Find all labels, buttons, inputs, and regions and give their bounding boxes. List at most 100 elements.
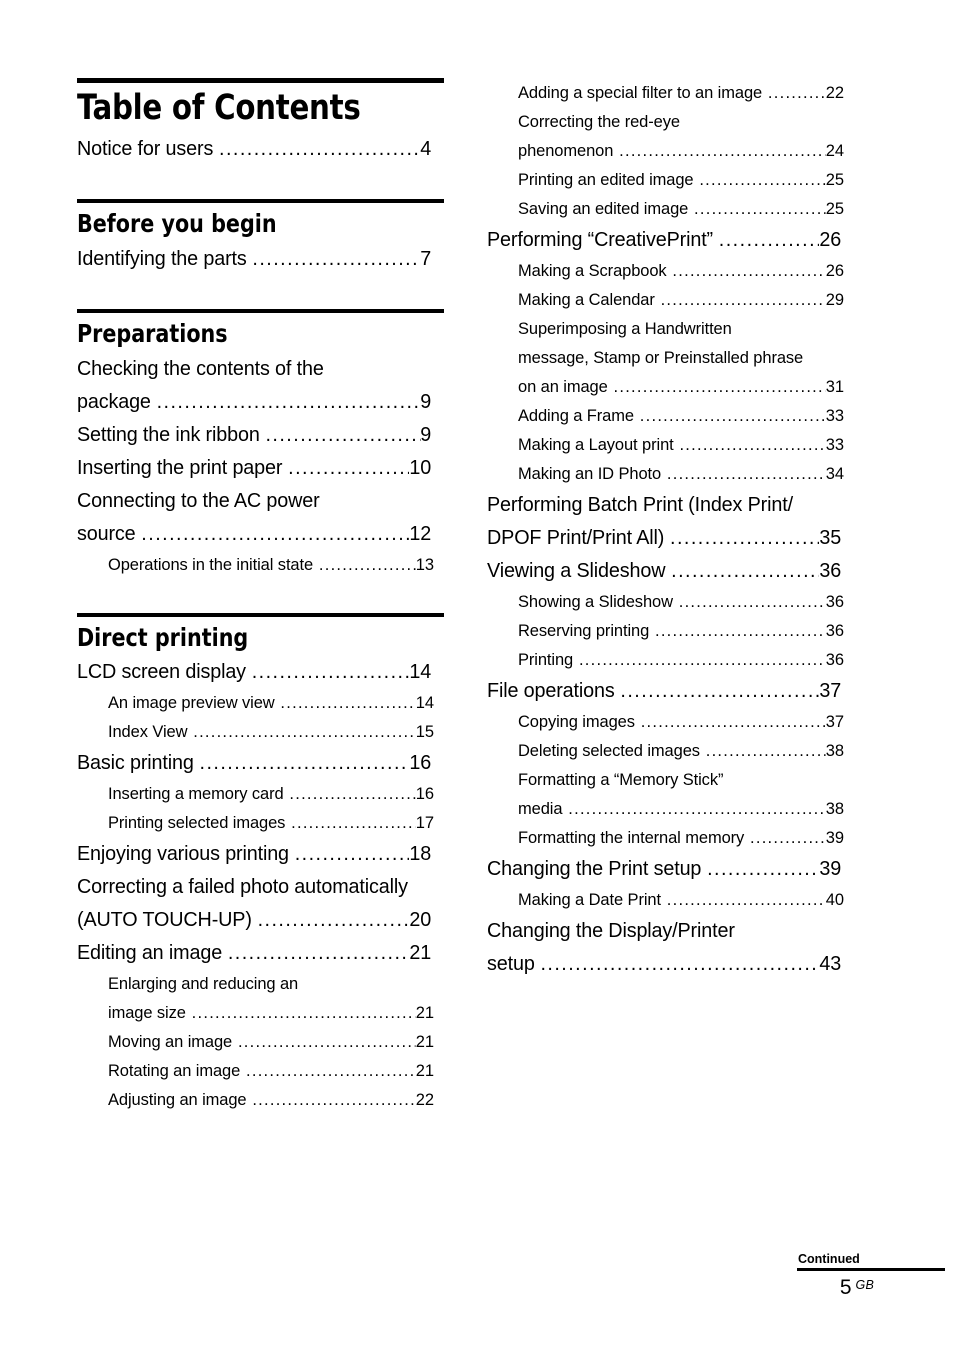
toc-entry-line: Making a Calendar 29 [518, 285, 844, 314]
toc-entry-printing-selected-images[interactable]: Printing selected images 17 [108, 808, 434, 837]
toc-entry-text: message, Stamp or Preinstalled phrase [518, 348, 804, 367]
continued-label: Continued [798, 1252, 860, 1266]
toc-entry-notice-for-users[interactable]: Notice for users 4 [77, 132, 431, 165]
toc-entry-line: Printing an edited image 25 [518, 165, 844, 194]
toc-entry-text: media [518, 799, 563, 818]
leader-dots [694, 194, 826, 223]
toc-entry-line: Deleting selected images 38 [518, 736, 844, 765]
toc-entry-making-a-date-print[interactable]: Making a Date Print 40 [518, 885, 844, 914]
toc-entry-making-a-layout-print[interactable]: Making a Layout print 33 [518, 430, 844, 459]
toc-entry-line: Showing a Slideshow 36 [518, 587, 844, 616]
toc-entry-copying-images[interactable]: Copying images 37 [518, 707, 844, 736]
toc-entry-text: DPOF Print/Print All) [487, 526, 665, 549]
toc-entry-text: Formatting a “Memory Stick” [518, 770, 724, 789]
toc-entry-page-number: 43 [819, 952, 842, 975]
toc-entry-rotating-an-image[interactable]: Rotating an image 21 [108, 1056, 434, 1085]
toc-entry-inserting-a-memory-card[interactable]: Inserting a memory card 16 [108, 779, 434, 808]
toc-entry-line: File operations 37 [487, 674, 841, 707]
toc-entry-setting-the-ink-ribbon[interactable]: Setting the ink ribbon 9 [77, 418, 431, 451]
toc-entry-enlarging-and-reducing-an[interactable]: Enlarging and reducing an image size 21 [108, 969, 434, 1027]
toc-entry-page-number: 14 [415, 693, 434, 713]
toc-entry-operations-in-the-initial-state[interactable]: Operations in the initial state 13 [108, 550, 434, 579]
leader-dots [667, 885, 826, 914]
toc-entry-line: Index View 15 [108, 717, 434, 746]
leader-dots [579, 645, 826, 674]
toc-entry-deleting-selected-images[interactable]: Deleting selected images 38 [518, 736, 844, 765]
toc-entry-formatting-a-memory-stick[interactable]: Formatting a “Memory Stick” media 38 [518, 765, 844, 823]
toc-entry-superimposing-a-handwritten[interactable]: Superimposing a Handwritten message, Stam… [518, 314, 844, 401]
toc-entry-text: Copying images [518, 712, 635, 731]
toc-entry-page-number: 24 [825, 141, 844, 160]
toc-entry-lcd-screen-display[interactable]: LCD screen display 14 [77, 655, 431, 688]
toc-entry-line: phenomenon 24 [518, 136, 844, 165]
toc-entry-line: Changing the Print setup 39 [487, 852, 841, 885]
toc-entry-correcting-the-red-eye[interactable]: Correcting the red-eye phenomenon 24 [518, 107, 844, 165]
leader-dots [192, 998, 416, 1027]
toc-entry-inserting-the-print-paper[interactable]: Inserting the print paper 10 [77, 451, 431, 484]
toc-entry-text: on an image [518, 377, 608, 396]
leader-dots [640, 401, 826, 430]
toc-entry-printing-an-edited-image[interactable]: Printing an edited image 25 [518, 165, 844, 194]
toc-entry-page-number: 16 [415, 784, 434, 804]
toc-entry-text: Making a Layout print [518, 435, 674, 454]
toc-entry-making-an-id-photo[interactable]: Making an ID Photo 34 [518, 459, 844, 488]
toc-entry-page-number: 15 [415, 722, 434, 742]
toc-entry-formatting-the-internal-memory[interactable]: Formatting the internal memory 39 [518, 823, 844, 852]
leader-dots [252, 242, 420, 275]
toc-entry-connecting-to-the-ac-power[interactable]: Connecting to the AC power source 12 [77, 484, 431, 550]
toc-entry-performing-creativeprint[interactable]: Performing “CreativePrint” 26 [487, 223, 841, 256]
toc-entry-enjoying-various-printing[interactable]: Enjoying various printing 18 [77, 837, 431, 870]
toc-entry-page-number: 14 [409, 660, 432, 684]
toc-entry-changing-the-print-setup[interactable]: Changing the Print setup 39 [487, 852, 841, 885]
toc-entry-identifying-the-parts[interactable]: Identifying the parts 7 [77, 242, 431, 275]
toc-entry-text: Operations in the initial state [108, 554, 314, 574]
toc-entry-line: Moving an image 21 [108, 1027, 434, 1056]
toc-entry-file-operations[interactable]: File operations 37 [487, 674, 841, 707]
toc-entry-text: phenomenon [518, 141, 614, 160]
toc-entry-reserving-printing[interactable]: Reserving printing 36 [518, 616, 844, 645]
toc-entry-adding-a-special-filter-to-an-image[interactable]: Adding a special filter to an image 22 [518, 78, 844, 107]
toc-entry-viewing-a-slideshow[interactable]: Viewing a Slideshow 36 [487, 554, 841, 587]
toc-entry-page-number: 36 [825, 621, 844, 640]
toc-entry-performing-batch-print-index-print[interactable]: Performing Batch Print (Index Print/DPOF… [487, 488, 841, 554]
toc-entry-changing-the-display-printer[interactable]: Changing the Display/Printer setup 43 [487, 914, 841, 980]
leader-dots [258, 903, 410, 936]
toc-entry-showing-a-slideshow[interactable]: Showing a Slideshow 36 [518, 587, 844, 616]
toc-entry-line: image size 21 [108, 998, 434, 1027]
toc-entry-an-image-preview-view[interactable]: An image preview view 14 [108, 688, 434, 717]
leader-dots [614, 372, 826, 401]
toc-entry-text: Reserving printing [518, 621, 650, 640]
toc-entry-checking-the-contents-of-the[interactable]: Checking the contents of the package 9 [77, 352, 431, 418]
toc-entry-page-number: 26 [819, 228, 842, 251]
toc-entry-page-number: 34 [825, 464, 844, 483]
toc-entry-printing[interactable]: Printing 36 [518, 645, 844, 674]
toc-entry-text: package [77, 389, 151, 413]
toc-entry-text: LCD screen display [77, 660, 246, 684]
toc-entry-making-a-calendar[interactable]: Making a Calendar 29 [518, 285, 844, 314]
toc-entry-page-number: 21 [415, 1032, 434, 1052]
toc-entry-page-number: 25 [825, 170, 844, 189]
toc-entry-page-number: 21 [415, 1061, 434, 1081]
leader-dots [679, 587, 826, 616]
leader-dots [679, 430, 825, 459]
leader-dots [667, 459, 826, 488]
page-footer: Continued 5 GB [797, 1252, 945, 1301]
section-heading-direct-printing: Direct printing [77, 622, 249, 652]
toc-entry-adjusting-an-image[interactable]: Adjusting an image 22 [108, 1085, 434, 1114]
toc-entry-basic-printing[interactable]: Basic printing 16 [77, 746, 431, 779]
section-rule-before-you-begin [77, 199, 444, 204]
toc-entry-text: Moving an image [108, 1032, 233, 1052]
toc-entry-correcting-a-failed-photo-automatically[interactable]: Correcting a failed photo automatically (… [77, 870, 431, 936]
toc-entry-index-view[interactable]: Index View 15 [108, 717, 434, 746]
toc-entry-adding-a-frame[interactable]: Adding a Frame 33 [518, 401, 844, 430]
page-title-block: Table of Contents [77, 78, 444, 128]
leader-dots [319, 550, 416, 579]
toc-entry-making-a-scrapbook[interactable]: Making a Scrapbook 26 [518, 256, 844, 285]
section-heading-before-you-begin: Before you begin [77, 209, 277, 239]
toc-entry-moving-an-image[interactable]: Moving an image 21 [108, 1027, 434, 1056]
region-code: GB [855, 1277, 875, 1292]
leader-dots [252, 655, 410, 688]
toc-right-column: Adding a special filter to an image 22 Cor… [487, 78, 854, 980]
toc-entry-saving-an-edited-image[interactable]: Saving an edited image 25 [518, 194, 844, 223]
toc-entry-editing-an-image[interactable]: Editing an image 21 [77, 936, 431, 969]
